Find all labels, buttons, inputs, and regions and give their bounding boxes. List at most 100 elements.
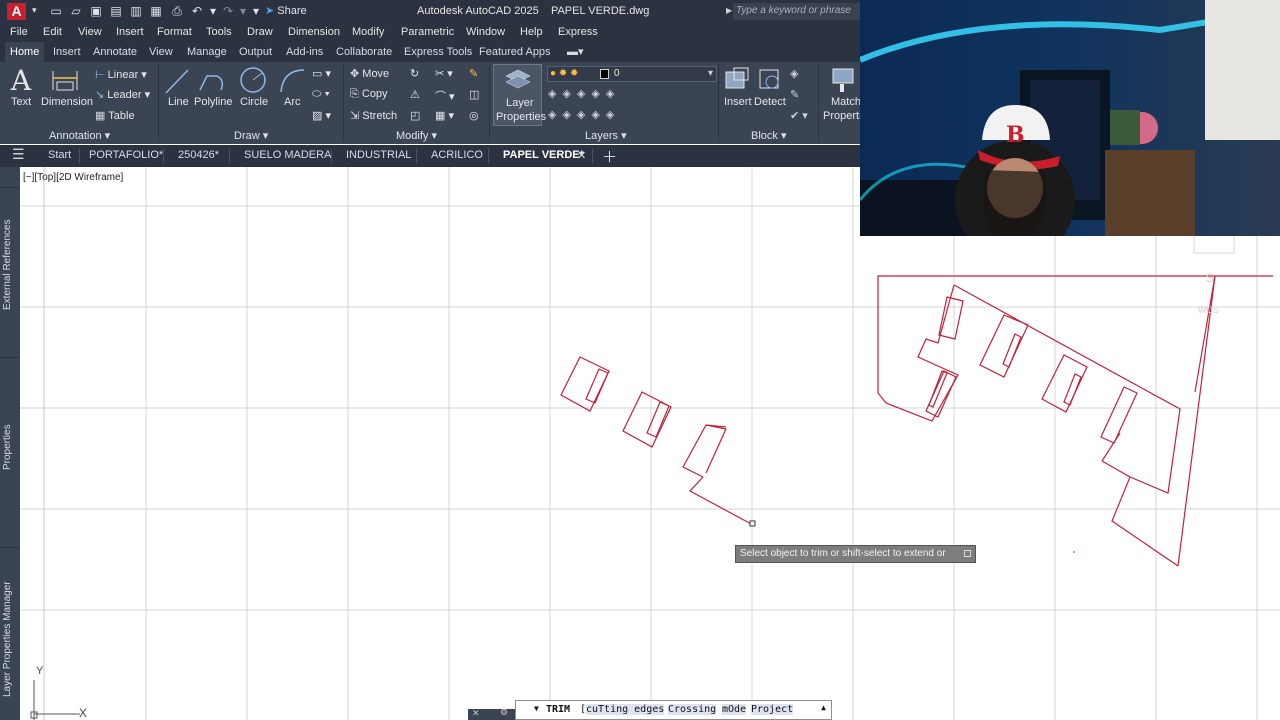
menu-insert[interactable]: Insert (116, 26, 144, 38)
drawing-canvas[interactable]: S WCS Y X [−][Top][2D Wireframe] (20, 167, 1280, 720)
redo-dropdown-icon[interactable]: ▾ (236, 4, 250, 18)
menu-dimension[interactable]: Dimension (288, 26, 340, 38)
layer-dropdown[interactable]: ● ✹ ✹ 0 ▾ (547, 66, 717, 82)
open-icon[interactable]: ▱ (69, 4, 83, 18)
stretch-button[interactable]: ⇲ Stretch (350, 109, 397, 122)
fillet-icon[interactable]: ⌒ ▾ (435, 88, 455, 104)
command-history-icon[interactable]: ▼ (534, 704, 539, 713)
insert-block-icon[interactable] (722, 66, 752, 94)
tab-output[interactable]: Output (239, 42, 272, 62)
command-option[interactable]: cuTting edges (586, 704, 665, 715)
tab-manage[interactable]: Manage (187, 42, 227, 62)
rectangle-icon[interactable]: ▭ ▾ (312, 67, 331, 80)
hatch-icon[interactable]: ⬭ ▾ (312, 88, 330, 101)
tab-featured-apps[interactable]: Featured Apps (479, 42, 551, 62)
file-tab-active[interactable]: PAPEL VERDE* (503, 149, 584, 161)
wcs-menu[interactable]: WCS (1198, 305, 1219, 315)
model-space[interactable]: S WCS Y X (20, 167, 1280, 720)
plot-icon[interactable]: ⎙ (170, 4, 184, 18)
file-tab[interactable]: 250426* (178, 149, 219, 161)
app-menu-caret-icon[interactable]: ▾ (32, 5, 37, 16)
rotate-icon[interactable]: ↻ (410, 67, 419, 80)
command-option[interactable]: Crossing (668, 704, 717, 715)
move-button[interactable]: ✥ Move (350, 67, 389, 80)
close-tab-icon[interactable]: ✕ (577, 149, 586, 162)
dimension-icon[interactable] (50, 68, 80, 94)
share-button[interactable]: ➤ Share (265, 4, 307, 17)
command-line[interactable]: ▼ TRIM [ cuTting edges Crossing mOde Pro… (515, 700, 832, 720)
file-tab[interactable]: INDUSTRIAL (346, 149, 411, 161)
menu-file[interactable]: File (10, 26, 28, 38)
redo-icon[interactable]: ↷ (221, 4, 235, 18)
viewport-controls[interactable]: [−][Top][2D Wireframe] (23, 172, 123, 183)
panel-title-annotation[interactable]: Annotation ▾ (49, 129, 110, 142)
layer-properties-button[interactable]: Layer Properties (493, 64, 546, 126)
menu-view[interactable]: View (78, 26, 102, 38)
dimension-button[interactable]: Dimension (41, 96, 93, 108)
insert-button[interactable]: Insert (724, 96, 752, 108)
circle-icon[interactable] (238, 65, 268, 95)
command-line-handle[interactable]: ✕ ⚙ (468, 707, 515, 720)
layer-tools-row-2[interactable]: ◈◈◈◈◈ (548, 108, 620, 121)
line-button[interactable]: Line (168, 96, 189, 108)
search-arrow-icon[interactable]: ▶ (726, 6, 732, 15)
new-icon[interactable]: ▭ (49, 4, 63, 18)
table-button[interactable]: ▦ Table (95, 109, 135, 122)
block-attributes-icon[interactable]: ✔ ▾ (790, 109, 808, 122)
circle-button[interactable]: Circle (240, 96, 268, 108)
polyline-icon[interactable] (197, 66, 227, 96)
offset-icon[interactable]: ◎ (469, 109, 479, 122)
ribbon-minimize-icon[interactable]: ▬▾ (567, 42, 584, 62)
close-icon[interactable]: ✕ (472, 708, 480, 719)
array-icon[interactable]: ▦ ▾ (435, 109, 454, 122)
file-tab[interactable]: PORTAFOLIO* (89, 149, 163, 161)
tab-home[interactable]: Home (5, 42, 45, 62)
menu-help[interactable]: Help (520, 26, 543, 38)
palette-external-references[interactable]: External References (2, 215, 18, 315)
add-tab-icon[interactable]: ＋ (602, 146, 617, 167)
scale-icon[interactable]: ◰ (410, 109, 420, 122)
tab-collaborate[interactable]: Collaborate (336, 42, 392, 62)
palette-layer-properties-manager[interactable]: Layer Properties Manager (2, 577, 18, 702)
copy-button[interactable]: ⎘ Copy (350, 88, 388, 101)
menu-format[interactable]: Format (157, 26, 192, 38)
panel-title-layers[interactable]: Layers ▾ (585, 129, 627, 142)
text-icon[interactable]: A (8, 65, 34, 95)
qat-customize-icon[interactable]: ▾ (249, 4, 263, 18)
undo-icon[interactable]: ↶ (190, 4, 204, 18)
autocad-logo-icon[interactable]: A (7, 3, 26, 20)
menu-express[interactable]: Express (558, 26, 598, 38)
command-option[interactable]: mOde (722, 704, 747, 715)
menu-edit[interactable]: Edit (43, 26, 62, 38)
file-tab[interactable]: ACRILICO (431, 149, 483, 161)
layer-tools-row-1[interactable]: ◈◈◈◈◈ (548, 87, 620, 100)
trim-icon[interactable]: ✂ ▾ (435, 67, 453, 80)
mirror-icon[interactable]: ⚠ (410, 88, 420, 101)
search-input[interactable]: Type a keyword or phrase (733, 3, 860, 20)
web-mobile-open-icon[interactable]: ▥ (129, 4, 143, 18)
polyline-button[interactable]: Polyline (194, 96, 233, 108)
linear-dimension-button[interactable]: ⊢ Linear ▾ (95, 68, 147, 81)
export-icon[interactable]: ▦ (149, 4, 163, 18)
palette-properties[interactable]: Properties (2, 417, 18, 477)
text-button[interactable]: Text (11, 96, 31, 108)
edit-block-icon[interactable]: ✎ (790, 88, 799, 101)
menu-window[interactable]: Window (466, 26, 505, 38)
file-tab[interactable]: Start (48, 149, 71, 161)
undo-dropdown-icon[interactable]: ▾ (206, 4, 220, 18)
tab-insert[interactable]: Insert (53, 42, 81, 62)
command-option[interactable]: Project (751, 704, 794, 715)
match-properties-label-1[interactable]: Match (831, 96, 861, 108)
leader-button[interactable]: ↘ Leader ▾ (95, 88, 150, 101)
panel-title-block[interactable]: Block ▾ (751, 129, 786, 142)
arc-button[interactable]: Arc (284, 96, 301, 108)
explode-icon[interactable]: ◫ (469, 88, 479, 101)
menu-parametric[interactable]: Parametric (401, 26, 454, 38)
wrench-icon[interactable]: ⚙ (500, 707, 508, 718)
menu-tools[interactable]: Tools (206, 26, 232, 38)
panel-title-modify[interactable]: Modify ▾ (396, 129, 437, 142)
menu-modify[interactable]: Modify (352, 26, 384, 38)
detect-icon[interactable] (756, 66, 786, 94)
hamburger-menu-icon[interactable]: ☰ (12, 146, 25, 163)
command-scroll-up-icon[interactable]: ▲ (821, 703, 826, 712)
